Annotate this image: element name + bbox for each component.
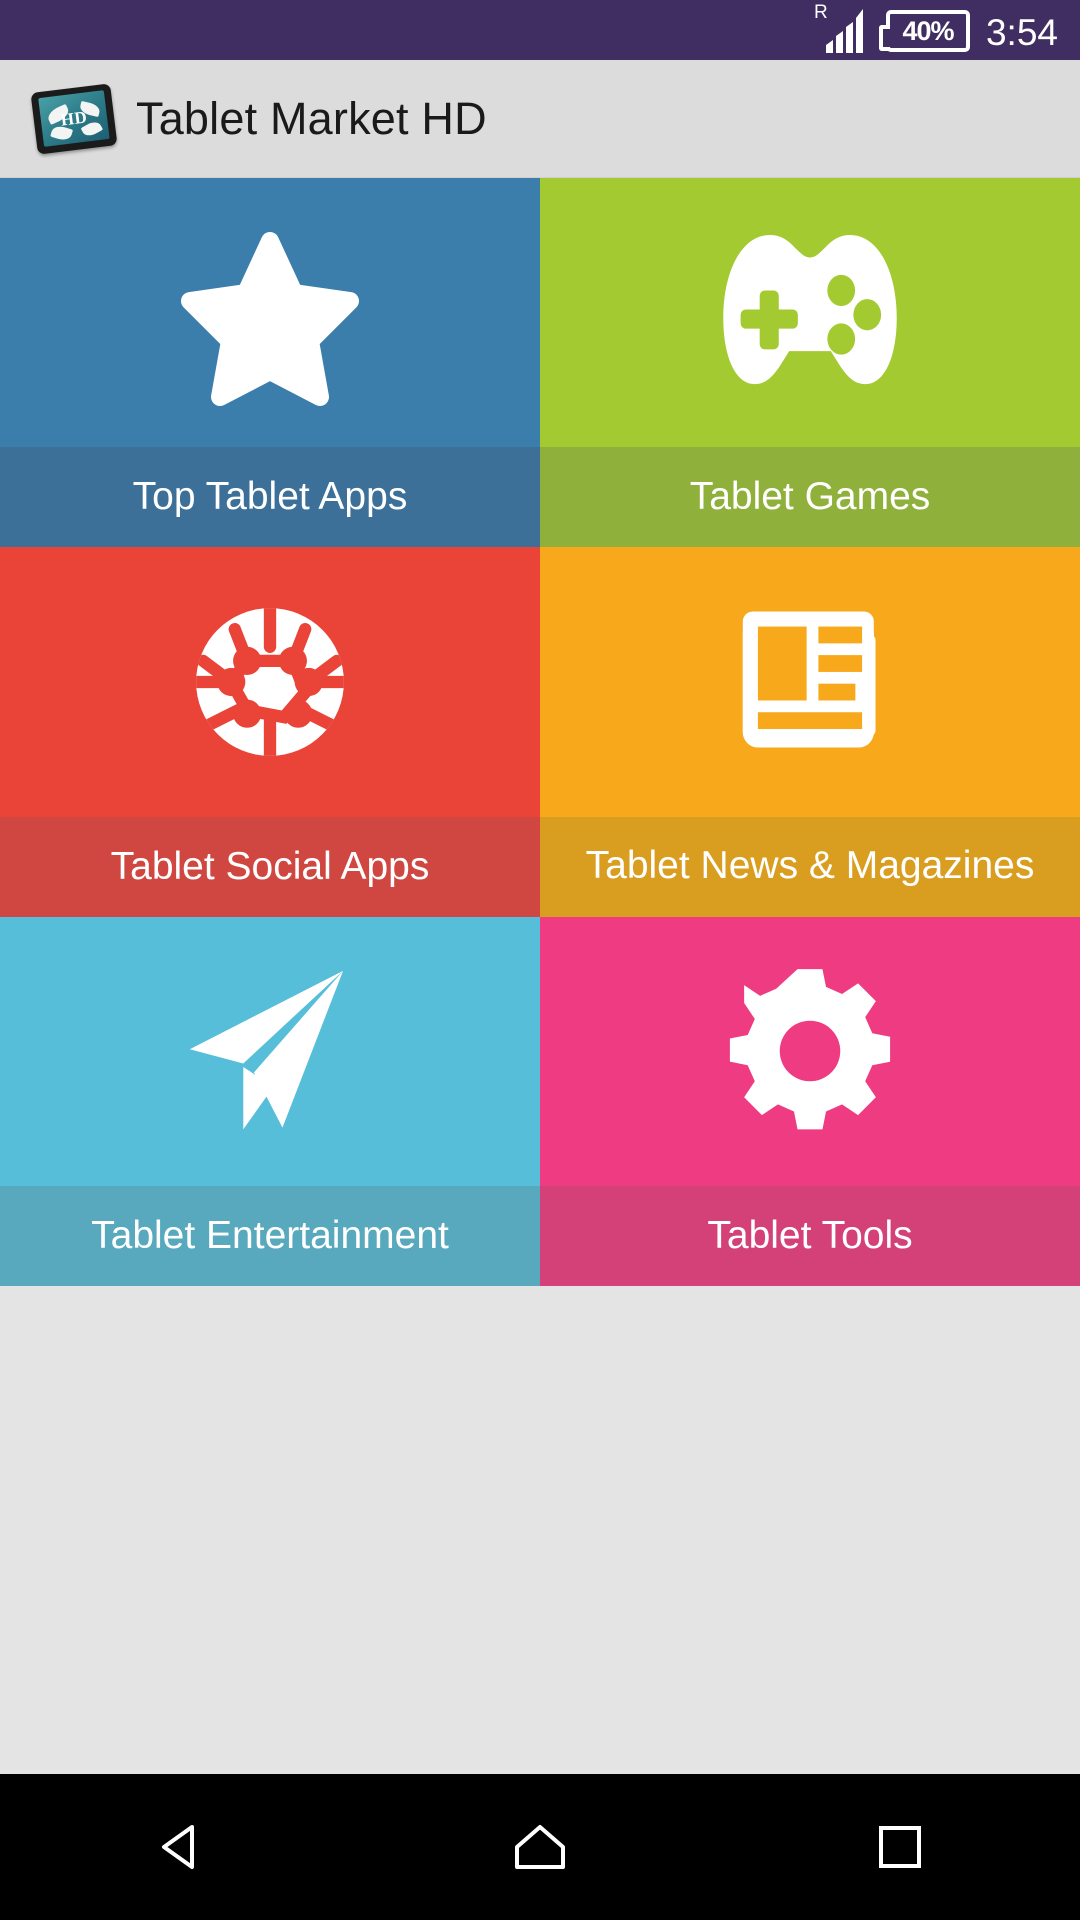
app-bar: HD Tablet Market HD: [0, 60, 1080, 178]
tile-tablet-entertainment[interactable]: Tablet Entertainment: [0, 916, 540, 1286]
tile-tablet-tools[interactable]: Tablet Tools: [540, 916, 1080, 1286]
tile-label: Tablet Games: [540, 447, 1080, 548]
tile-label: Tablet Entertainment: [0, 1186, 540, 1286]
home-icon[interactable]: [465, 1797, 615, 1897]
tile-artwork: [540, 547, 1080, 816]
tile-label: Tablet News & Magazines: [540, 816, 1080, 917]
tile-label: Tablet Social Apps: [0, 816, 540, 917]
category-grid: Top Tablet Apps Tablet Games Tablet Soci…: [0, 178, 1080, 1286]
status-bar: R 40% 3:54: [0, 0, 1080, 60]
back-icon[interactable]: [105, 1797, 255, 1897]
app-root: R 40% 3:54 HD Tablet Market HD Top Table…: [0, 0, 1080, 1920]
tile-tablet-social-apps[interactable]: Tablet Social Apps: [0, 547, 540, 917]
gear-icon: [729, 969, 891, 1130]
recents-square-glyph: [879, 1826, 921, 1868]
system-navigation-bar: [0, 1774, 1080, 1920]
tile-artwork: [0, 178, 540, 447]
signal-bars-icon: R: [814, 3, 870, 53]
tile-tablet-games[interactable]: Tablet Games: [540, 178, 1080, 548]
tile-tablet-news-magazines[interactable]: Tablet News & Magazines: [540, 547, 1080, 917]
battery-percent-label: 40%: [902, 15, 954, 46]
recents-icon[interactable]: [825, 1797, 975, 1897]
signal-strength-bars: [825, 9, 863, 53]
tile-artwork: [540, 178, 1080, 447]
empty-content-area: [0, 1286, 1080, 1774]
page-title: Tablet Market HD: [136, 92, 487, 144]
newspaper-icon: [742, 611, 876, 748]
clock-label: 3:54: [985, 12, 1058, 53]
star-icon: [181, 231, 359, 406]
paper-plane-icon: [189, 971, 344, 1130]
app-icon-screen: HD: [38, 89, 110, 147]
tile-label: Top Tablet Apps: [0, 447, 540, 548]
tile-artwork: [540, 917, 1080, 1186]
home-house-glyph: [515, 1825, 565, 1869]
tile-artwork: [0, 917, 540, 1186]
gamepad-icon: [723, 234, 897, 384]
tablet-hd-app-icon: HD: [30, 82, 118, 155]
status-bar-icons: R 40% 3:54: [814, 3, 1058, 53]
tile-label: Tablet Tools: [540, 1186, 1080, 1286]
battery-icon: 40%: [878, 10, 970, 52]
tile-artwork: [0, 547, 540, 816]
back-triangle-glyph: [162, 1825, 194, 1869]
social-network-globe-icon: [196, 608, 344, 756]
tile-top-tablet-apps[interactable]: Top Tablet Apps: [0, 178, 540, 548]
